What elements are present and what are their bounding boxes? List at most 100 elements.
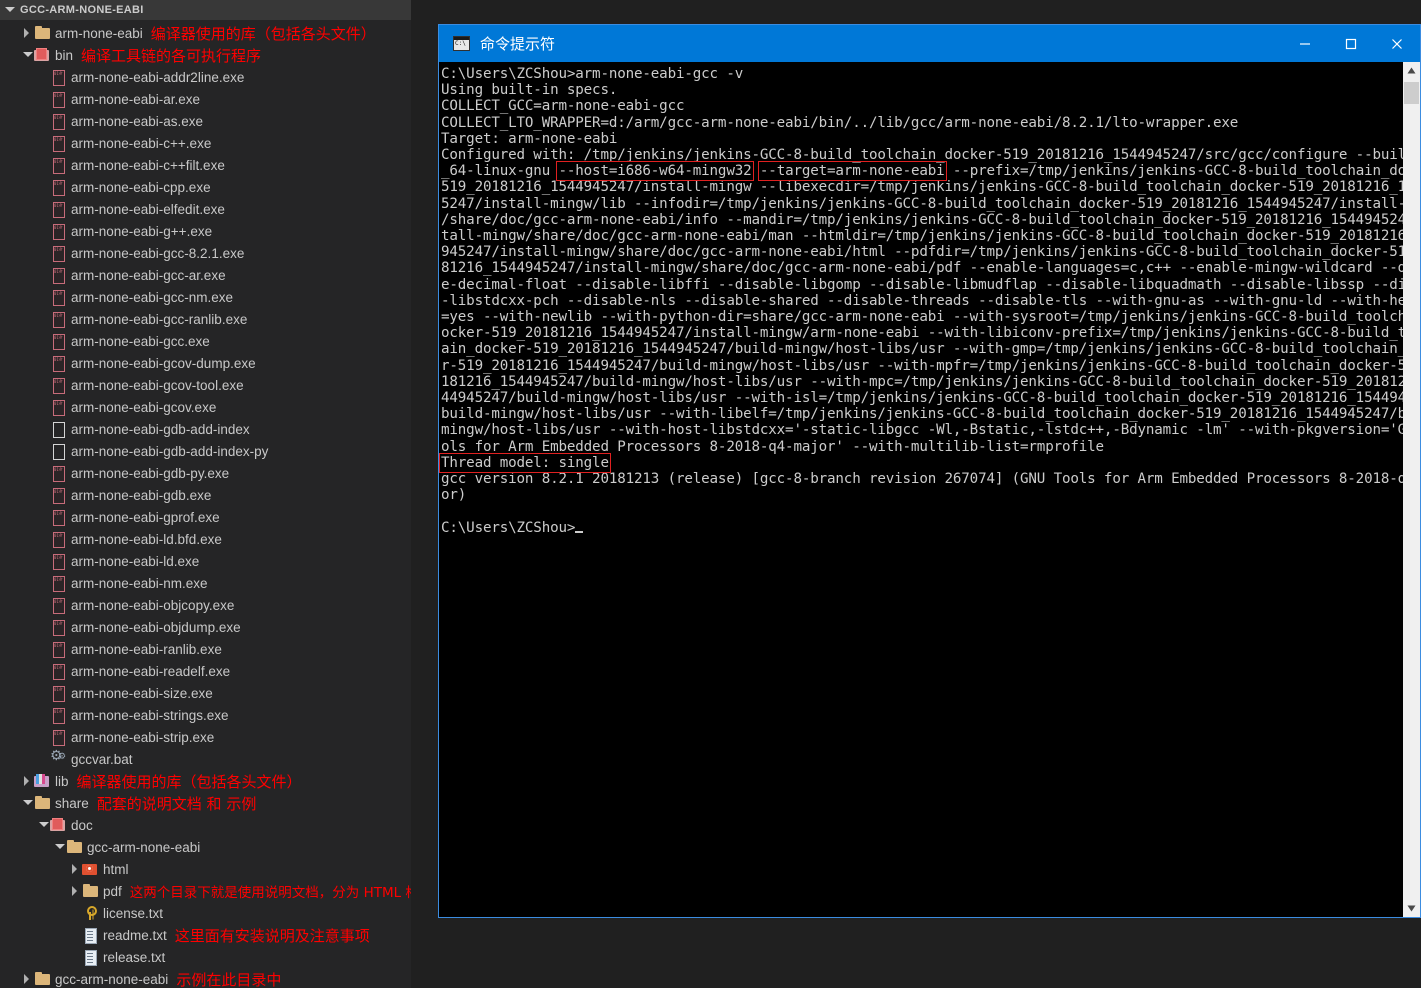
tree-item[interactable]: arm-none-eabi-gcc-nm.exe [0,286,411,308]
tree-item-label: arm-none-eabi-addr2line.exe [71,69,245,85]
chevron-down-icon[interactable] [38,820,49,830]
tree-item[interactable]: release.txt [0,946,411,968]
terminal-line: tall-mingw/share/doc/gcc-arm-none-eabi/m… [441,228,1403,245]
tree-item[interactable]: arm-none-eabi-gdb-add-index [0,418,411,440]
close-icon [1392,38,1402,49]
tree-item[interactable]: arm-none-eabi-gcov.exe [0,396,411,418]
tree-item[interactable]: readme.txt 这里面有安装说明及注意事项 [0,924,411,946]
doc-txt-icon [82,927,99,944]
exe-icon [50,685,67,702]
tree-item[interactable]: doc [0,814,411,836]
chevron-right-icon[interactable] [22,28,32,38]
tree-item-label: arm-none-eabi-gcc.exe [71,333,210,349]
terminal-line: gcc version 8.2.1 20181213 (release) [gc… [441,471,1403,488]
tree-item[interactable]: arm-none-eabi-gcov-tool.exe [0,374,411,396]
scrollbar-track[interactable] [1403,79,1420,900]
tree-item[interactable]: arm-none-eabi-ld.exe [0,550,411,572]
terminal-line: COLLECT_GCC=arm-none-eabi-gcc [441,98,685,115]
tree-item[interactable]: lib 编译器使用的库（包括各头文件） [0,770,411,792]
tree-item[interactable]: arm-none-eabi-size.exe [0,682,411,704]
folder-icon [82,883,99,899]
exe-icon [50,663,67,680]
command-prompt-window: 命令提示符 [438,24,1421,918]
tree-item[interactable]: arm-none-eabi-g++.exe [0,220,411,242]
tree-item[interactable]: arm-none-eabi-gcc-8.2.1.exe [0,242,411,264]
tree-item[interactable]: arm-none-eabi-readelf.exe [0,660,411,682]
minimize-button[interactable] [1282,25,1328,62]
tree-item[interactable]: arm-none-eabi-ar.exe [0,88,411,110]
tree-item[interactable]: arm-none-eabi-ranlib.exe [0,638,411,660]
chevron-down-icon[interactable] [4,5,15,15]
tree-item[interactable]: arm-none-eabi-gcov-dump.exe [0,352,411,374]
tree-item[interactable]: gcc-arm-none-eabi 示例在此目录中 [0,968,411,988]
highlight-box: --target=arm-none-eabi [757,161,947,182]
scroll-up-icon[interactable] [1403,62,1420,79]
tree-item[interactable]: gcc-arm-none-eabi [0,836,411,858]
tree-item-label: arm-none-eabi-gdb-add-index [71,421,250,437]
scrollbar-thumb[interactable] [1404,82,1419,104]
tree-item[interactable]: arm-none-eabi 编译器使用的库（包括各头文件） [0,22,411,44]
tree-item[interactable]: bin 编译工具链的各可执行程序 [0,44,411,66]
tree-item[interactable]: arm-none-eabi-objdump.exe [0,616,411,638]
terminal-line: build-mingw/host-libs/usr --with-libelf=… [441,406,1403,423]
cmd-title-bar[interactable]: 命令提示符 [439,25,1420,62]
cmd-icon [453,36,470,51]
tree-item[interactable]: arm-none-eabi-c++.exe [0,132,411,154]
tree-item[interactable]: arm-none-eabi-elfedit.exe [0,198,411,220]
tree-item-label: arm-none-eabi-gcc-nm.exe [71,289,234,305]
tree-item[interactable]: arm-none-eabi-gdb-py.exe [0,462,411,484]
cmd-output-text[interactable]: C:\Users\ZCShou>arm-none-eabi-gcc -v Usin… [439,62,1403,917]
tree-item[interactable]: arm-none-eabi-gcc.exe [0,330,411,352]
chevron-right-icon[interactable] [70,886,80,896]
explorer-header[interactable]: GCC-ARM-NONE-EABI [0,0,411,20]
tree-item[interactable]: html [0,858,411,880]
tree-item[interactable]: license.txt [0,902,411,924]
exe-icon [50,597,67,614]
tree-item-label: arm-none-eabi-as.exe [71,113,204,129]
tree-item[interactable]: arm-none-eabi-gdb-add-index-py [0,440,411,462]
tree-item[interactable]: arm-none-eabi-gprof.exe [0,506,411,528]
annotation-text: 这里面有安装说明及注意事项 [174,926,370,945]
explorer-root-label: GCC-ARM-NONE-EABI [20,4,144,16]
tree-item[interactable]: arm-none-eabi-cpp.exe [0,176,411,198]
terminal-line: 81216_1544945247/install-mingw/share/doc… [441,260,1403,277]
tree-item[interactable]: pdf 这两个目录下就是使用说明文档，分为 HTML 格式和 PDF 格式 [0,880,411,902]
terminal-text: _64-linux-gnu [441,163,559,180]
exe-icon [50,91,67,108]
tree-item[interactable]: arm-none-eabi-nm.exe [0,572,411,594]
chevron-right-icon[interactable] [22,776,32,786]
tree-item[interactable]: arm-none-eabi-gcc-ar.exe [0,264,411,286]
chevron-down-icon[interactable] [22,50,33,60]
doc-txt-icon [82,949,99,966]
scroll-down-icon[interactable] [1403,900,1420,917]
tree-item[interactable]: arm-none-eabi-strip.exe [0,726,411,748]
tree-item-label: arm-none-eabi-gcc-8.2.1.exe [71,245,245,261]
tree-item[interactable]: arm-none-eabi-c++filt.exe [0,154,411,176]
tree-item[interactable]: arm-none-eabi-ld.bfd.exe [0,528,411,550]
tree-item[interactable]: arm-none-eabi-addr2line.exe [0,66,411,88]
tree-item[interactable]: arm-none-eabi-gdb.exe [0,484,411,506]
exe-icon [50,311,67,328]
tree-item[interactable]: arm-none-eabi-as.exe [0,110,411,132]
tree-item[interactable]: arm-none-eabi-objcopy.exe [0,594,411,616]
tree-item[interactable]: arm-none-eabi-gcc-ranlib.exe [0,308,411,330]
tree-item-label: arm-none-eabi-objdump.exe [71,619,241,635]
close-button[interactable] [1374,25,1420,62]
tree-item[interactable]: share 配套的说明文档 和 示例 [0,792,411,814]
chevron-down-icon[interactable] [54,842,65,852]
maximize-button[interactable] [1328,25,1374,62]
chevron-down-icon[interactable] [22,798,33,808]
chevron-right-icon[interactable] [70,864,80,874]
tree-item[interactable]: arm-none-eabi-strings.exe [0,704,411,726]
cmd-scrollbar[interactable] [1403,62,1420,917]
terminal-line: or) [441,487,467,504]
chevron-right-icon[interactable] [22,974,32,984]
exe-icon [50,333,67,350]
terminal-line: Configured with: /tmp/jenkins/jenkins-GC… [441,147,1403,164]
tree-item[interactable]: gccvar.bat [0,748,411,770]
